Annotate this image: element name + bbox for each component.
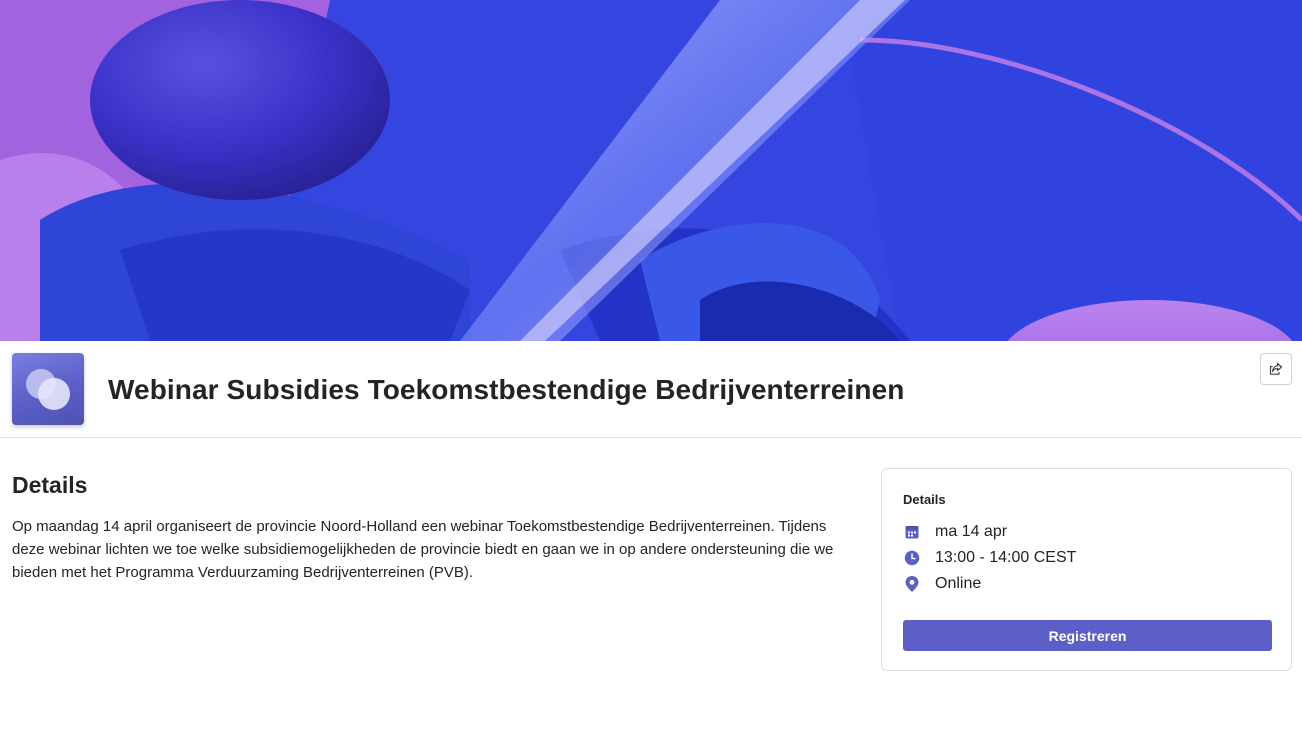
details-heading: Details — [12, 472, 88, 498]
calendar-icon — [903, 523, 921, 541]
register-button[interactable]: Registreren — [903, 620, 1272, 651]
event-title: Webinar Subsidies Toekomstbestendige Bed… — [108, 374, 905, 405]
event-time: 13:00 - 14:00 CEST — [935, 549, 1077, 566]
clock-icon — [903, 549, 921, 567]
share-icon — [1269, 362, 1283, 375]
event-details-card: Details ma 14 apr 13:00 - 14:00 CEST Onl… — [881, 468, 1292, 671]
location-row: Online — [903, 573, 981, 595]
event-location: Online — [935, 575, 982, 592]
share-button[interactable] — [1260, 353, 1292, 385]
event-app-icon — [12, 353, 84, 425]
date-row: ma 14 apr — [903, 521, 1007, 543]
card-title: Details — [903, 492, 946, 507]
event-description: Op maandag 14 april organiseert de provi… — [12, 518, 834, 581]
location-pin-icon — [903, 575, 921, 593]
event-banner-image — [0, 0, 1302, 341]
event-date: ma 14 apr — [935, 523, 1008, 540]
event-header: Webinar Subsidies Toekomstbestendige Bed… — [0, 341, 1302, 438]
event-page: Webinar Subsidies Toekomstbestendige Bed… — [0, 0, 1302, 732]
time-row: 13:00 - 14:00 CEST — [903, 547, 1076, 569]
